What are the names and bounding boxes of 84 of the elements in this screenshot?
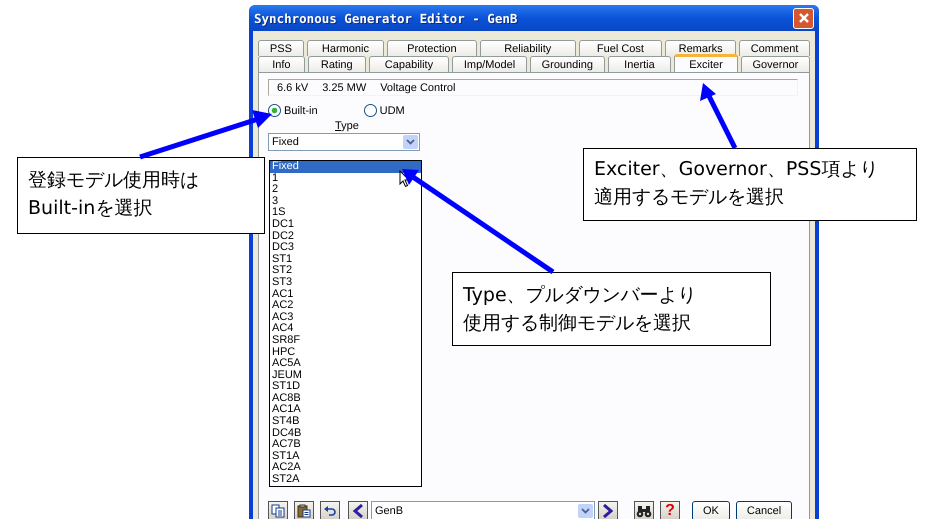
undo-icon — [323, 505, 337, 517]
copy-button[interactable] — [268, 501, 288, 519]
tab[interactable]: Remarks — [665, 40, 736, 56]
dropdown-button[interactable] — [403, 135, 418, 149]
radio-label: UDM — [380, 104, 405, 116]
binoculars-icon — [636, 504, 652, 518]
dropdown-option[interactable]: ST1A — [272, 450, 421, 462]
tab[interactable]: Imp/Model — [452, 56, 527, 72]
callout-text: 使用する制御モデルを選択 — [463, 311, 691, 336]
dropdown-option[interactable]: AC2 — [272, 300, 421, 312]
callout-text: 適用するモデルを選択 — [594, 185, 784, 210]
dropdown-option[interactable]: AC4 — [272, 323, 421, 335]
dialog-button[interactable]: Cancel — [736, 501, 792, 519]
radio-option[interactable]: UDM — [364, 104, 405, 117]
dropdown-option[interactable]: ST2 — [272, 265, 421, 277]
info-text: Voltage Control — [380, 82, 456, 94]
chevron-right-icon — [602, 504, 614, 518]
dropdown-option[interactable]: HPC — [272, 346, 421, 358]
search-button[interactable] — [634, 501, 654, 519]
tab[interactable]: Comment — [739, 40, 810, 56]
tab[interactable]: Governor — [740, 56, 810, 72]
record-dropdown[interactable]: GenB — [371, 501, 595, 519]
help-button[interactable]: ? — [660, 501, 680, 519]
dropdown-option[interactable]: DC3 — [272, 242, 421, 254]
radio-button[interactable] — [268, 104, 281, 117]
dropdown-option[interactable]: ST4B — [272, 416, 421, 428]
dropdown-option[interactable]: ST3 — [272, 276, 421, 289]
dropdown-option[interactable]: AC1 — [272, 288, 421, 300]
type-label: Type — [335, 120, 360, 132]
radio-button[interactable] — [364, 104, 377, 117]
paste-button[interactable] — [294, 501, 314, 519]
chevron-left-icon — [352, 504, 364, 518]
dialog-button[interactable]: OK — [692, 501, 730, 519]
copy-icon — [271, 504, 285, 518]
dropdown-option[interactable]: AC3 — [272, 312, 421, 324]
chevron-icon — [406, 139, 415, 145]
dropdown-option[interactable]: 1S — [272, 207, 421, 219]
tab[interactable]: Exciter — [674, 54, 738, 72]
tab[interactable]: Info — [258, 56, 305, 72]
dropdown-option[interactable]: AC2A — [272, 462, 421, 474]
radio-label: Built-in — [284, 104, 318, 116]
info-text: 6.6 kV — [277, 82, 308, 94]
tab[interactable]: Capability — [368, 56, 450, 72]
dropdown-option[interactable]: SR8F — [272, 334, 421, 346]
dropdown-option[interactable]: DC4B — [272, 428, 421, 440]
dropdown-option[interactable]: ST1 — [272, 254, 421, 266]
dropdown-option[interactable]: DC2 — [272, 230, 421, 242]
tab[interactable]: Fuel Cost — [578, 40, 662, 56]
mouse-pointer-icon — [399, 170, 411, 188]
dropdown-option[interactable]: 3 — [272, 196, 421, 208]
tab[interactable]: Harmonic — [306, 40, 384, 56]
dropdown-option[interactable]: AC1A — [272, 404, 421, 416]
arrow — [700, 83, 738, 150]
dropdown-option[interactable]: AC8B — [272, 392, 421, 404]
previous-button[interactable] — [348, 501, 368, 519]
tab[interactable]: Protection — [387, 40, 477, 56]
dropdown-button[interactable] — [578, 504, 593, 518]
callout-text: Built-inを選択 — [28, 196, 152, 221]
dropdown-option[interactable]: JEUM — [272, 370, 421, 382]
dropdown-option[interactable]: DC1 — [272, 218, 421, 231]
callout-text: 登録モデル使用時は — [28, 168, 199, 193]
info-text: 3.25 MW — [322, 82, 366, 94]
undo-button[interactable] — [320, 501, 340, 519]
next-button[interactable] — [598, 501, 618, 519]
callout-text: Exciter、Governor、PSS項より — [594, 157, 878, 182]
dropdown-option[interactable]: ST2A — [272, 474, 421, 486]
dropdown-option[interactable]: ST1D — [272, 381, 421, 393]
close-button[interactable] — [793, 8, 814, 28]
dropdown-option[interactable]: Fixed — [270, 161, 421, 173]
window-title: Synchronous Generator Editor - GenB — [254, 10, 518, 26]
dropdown-option[interactable]: AC7B — [272, 439, 421, 451]
tab[interactable]: Grounding — [530, 56, 605, 72]
chevron-icon — [581, 508, 590, 514]
paste-icon — [297, 504, 311, 518]
tab[interactable]: Inertia — [608, 56, 672, 72]
close-icon — [798, 12, 810, 24]
tab[interactable]: Rating — [308, 56, 366, 72]
tab[interactable]: PSS — [258, 40, 304, 56]
dropdown-option[interactable]: 2 — [272, 184, 421, 196]
dropdown-option[interactable]: 1 — [272, 172, 421, 184]
tab[interactable]: Reliability — [480, 40, 576, 56]
type-dropdown[interactable]: Fixed — [268, 133, 420, 151]
callout-text: Type、プルダウンバーより — [463, 283, 697, 308]
dropdown-option[interactable]: AC5A — [272, 358, 421, 370]
